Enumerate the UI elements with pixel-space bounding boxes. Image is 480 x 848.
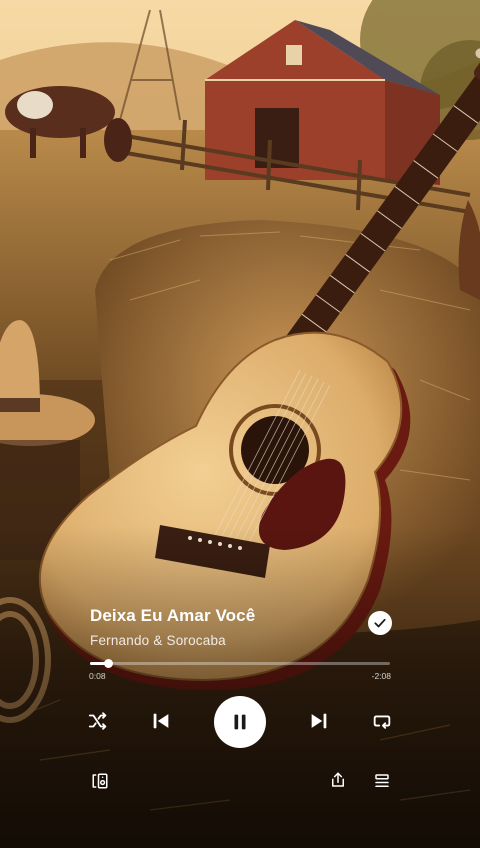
progress-track (90, 662, 390, 665)
bottom-actions (0, 768, 480, 794)
pause-icon (234, 714, 246, 730)
repeat-icon (373, 715, 391, 729)
playback-controls (0, 694, 480, 748)
pause-button[interactable] (214, 696, 266, 748)
connect-device-button[interactable] (89, 770, 111, 792)
queue-icon (375, 774, 389, 787)
skip-previous-icon (153, 713, 169, 729)
share-button[interactable] (327, 769, 349, 791)
progress-knob[interactable] (104, 659, 113, 668)
queue-button[interactable] (371, 770, 393, 792)
elapsed-time: 0:08 (89, 671, 106, 681)
shuffle-button[interactable] (86, 709, 110, 733)
skip-next-icon (311, 713, 327, 729)
saved-check-button[interactable] (368, 611, 392, 635)
share-icon (332, 772, 344, 787)
shuffle-icon (88, 712, 107, 730)
track-title[interactable]: Deixa Eu Amar Você (90, 606, 390, 626)
check-icon (374, 618, 386, 628)
next-button[interactable] (306, 708, 332, 734)
remaining-time: -2:08 (371, 671, 391, 681)
previous-button[interactable] (148, 708, 174, 734)
track-info: Deixa Eu Amar Você Fernando & Sorocaba (90, 606, 390, 648)
progress-bar[interactable] (90, 659, 390, 668)
repeat-button[interactable] (370, 709, 394, 733)
connect-device-icon (92, 773, 108, 789)
track-artist[interactable]: Fernando & Sorocaba (90, 633, 390, 648)
